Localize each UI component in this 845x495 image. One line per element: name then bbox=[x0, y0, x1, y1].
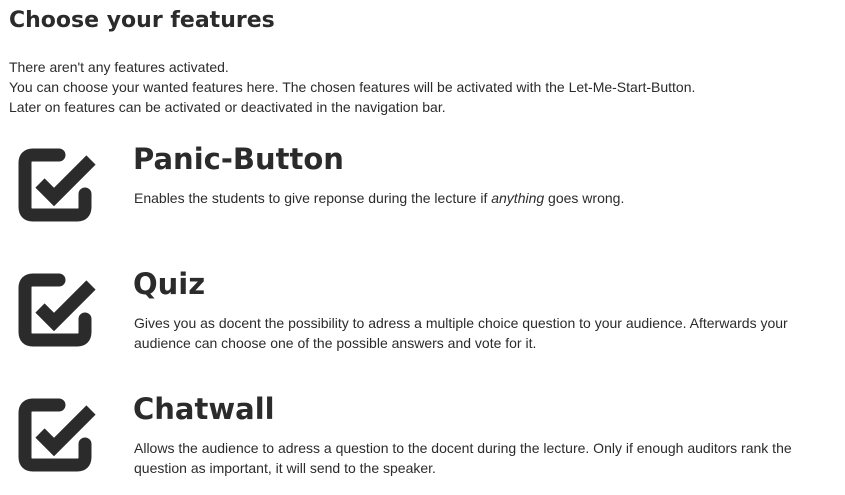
intro-line-status: There aren't any features activated. bbox=[9, 59, 229, 75]
desc-emphasis: anything bbox=[491, 190, 545, 206]
feature-description-quiz: Gives you as docent the possibility to a… bbox=[134, 315, 788, 351]
feature-title-chatwall: Chatwall bbox=[133, 392, 275, 426]
checkbox-checked-icon[interactable] bbox=[17, 147, 99, 223]
intro-text: There aren't any features activated. You… bbox=[9, 57, 839, 117]
checkbox-checked-icon[interactable] bbox=[17, 397, 99, 473]
feature-title-quiz: Quiz bbox=[133, 267, 206, 301]
desc-text-end: goes wrong. bbox=[544, 190, 625, 206]
checkbox-checked-icon[interactable] bbox=[17, 272, 99, 348]
desc-text: Enables the students to give reponse dur… bbox=[134, 190, 492, 206]
feature-description-panic-button: Enables the students to give reponse dur… bbox=[134, 188, 834, 208]
feature-title-panic-button: Panic-Button bbox=[133, 142, 344, 176]
intro-line-instructions: You can choose your wanted features here… bbox=[9, 79, 696, 95]
feature-description-chatwall: Allows the audience to adress a question… bbox=[134, 440, 792, 476]
intro-line-navigation: Later on features can be activated or de… bbox=[9, 99, 446, 115]
page-title: Choose your features bbox=[9, 8, 275, 33]
